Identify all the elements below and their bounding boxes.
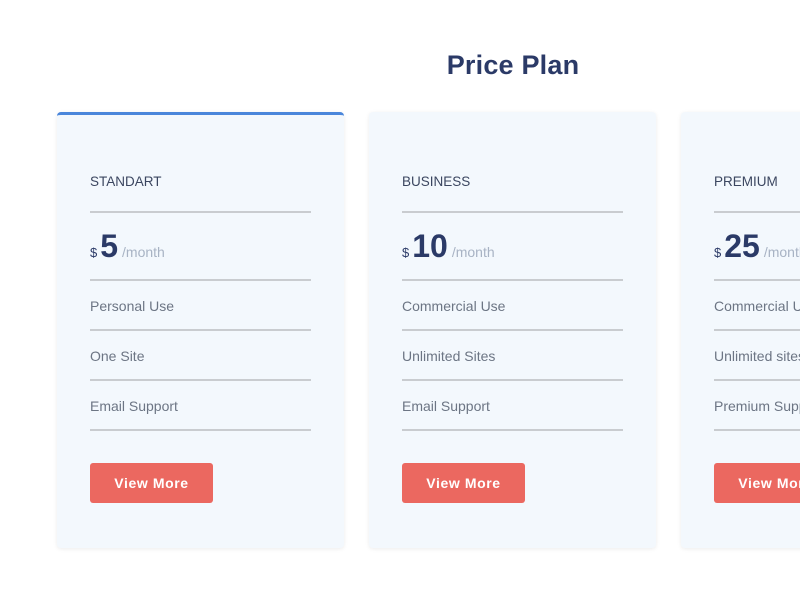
divider	[90, 211, 311, 213]
view-more-button[interactable]: View More	[90, 463, 213, 503]
plan-card-standart: Standart $ 5 /month Personal Use One Sit…	[57, 112, 344, 548]
view-more-button[interactable]: View More	[402, 463, 525, 503]
price-period: /month	[763, 244, 800, 260]
plan-name: Standart	[90, 174, 162, 189]
divider	[714, 279, 800, 281]
divider	[402, 379, 623, 381]
divider	[402, 429, 623, 431]
divider	[714, 379, 800, 381]
currency-symbol: $	[90, 245, 98, 260]
plan-name: Premium	[714, 174, 778, 189]
divider	[402, 329, 623, 331]
divider	[90, 429, 311, 431]
divider	[90, 379, 311, 381]
feature-item: Commercial Use	[402, 298, 506, 314]
page-title: Price Plan	[446, 50, 580, 80]
divider	[90, 279, 311, 281]
price: $ 5 /month	[90, 228, 165, 265]
feature-item: Personal Use	[90, 298, 175, 314]
price-amount: 5	[100, 228, 119, 264]
price-amount: 10	[412, 228, 448, 264]
currency-symbol: $	[402, 245, 410, 260]
plan-name: Business	[402, 174, 471, 189]
divider	[714, 429, 800, 431]
feature-item: Premium Support	[714, 398, 800, 414]
divider	[402, 279, 623, 281]
price: $ 10 /month	[402, 228, 495, 265]
currency-symbol: $	[714, 245, 722, 260]
feature-item: One Site	[90, 348, 145, 364]
view-more-button[interactable]: View More	[714, 463, 800, 503]
plan-card-business: Business $ 10 /month Commercial Use Unli…	[369, 112, 656, 548]
feature-item: Unlimited Sites	[402, 348, 496, 364]
price: $ 25 /month	[714, 228, 800, 265]
feature-item: Email Support	[90, 398, 178, 414]
feature-item: Commercial Use	[714, 298, 800, 314]
divider	[714, 329, 800, 331]
price-period: /month	[122, 244, 165, 260]
price-period: /month	[451, 244, 495, 260]
plan-card-premium: Premium $ 25 /month Commercial Use Unlim…	[681, 112, 800, 548]
divider	[402, 211, 623, 213]
feature-item: Email Support	[402, 398, 490, 414]
divider	[714, 211, 800, 213]
price-amount: 25	[724, 228, 760, 264]
feature-item: Unlimited sites	[714, 348, 800, 364]
divider	[90, 329, 311, 331]
